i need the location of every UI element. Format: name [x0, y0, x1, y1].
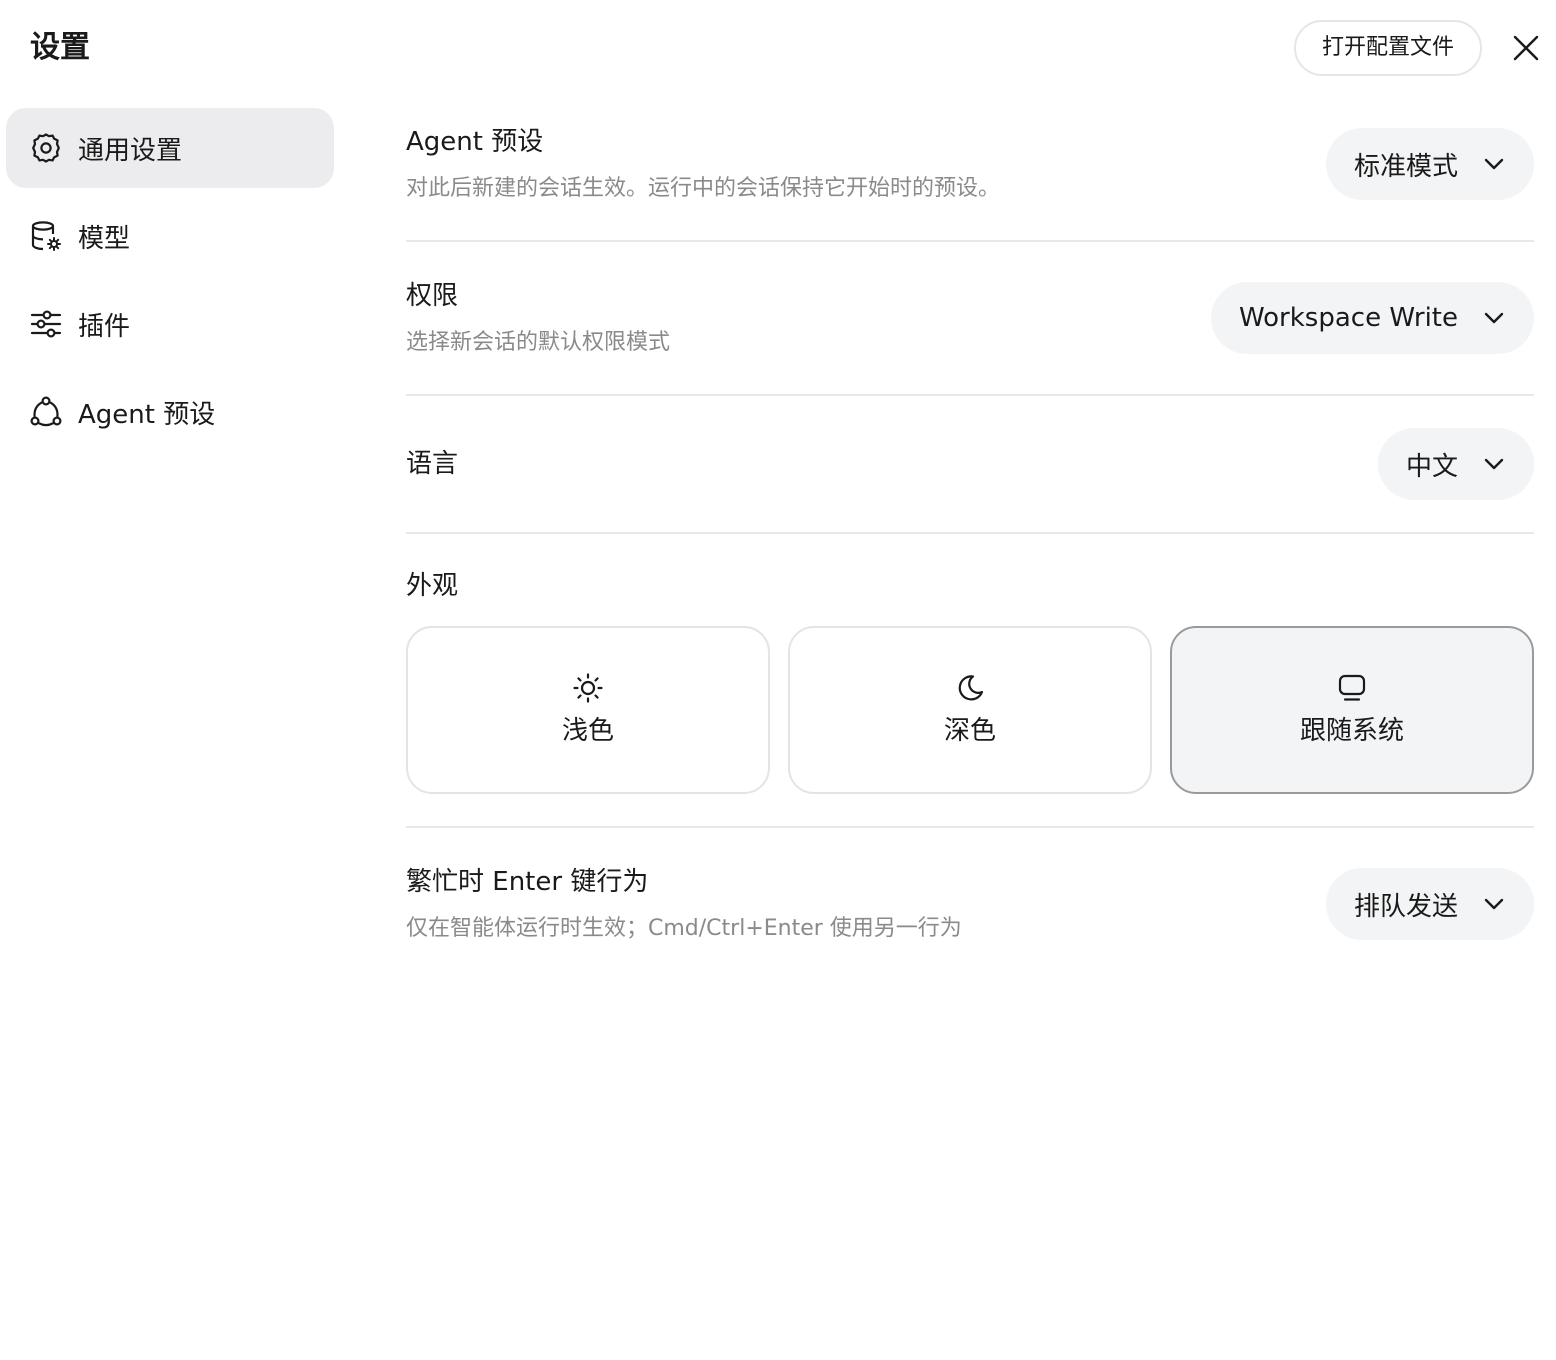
sidebar-item-label: Agent 预设 — [78, 399, 216, 430]
setting-agent-preset: Agent 预设 对此后新建的会话生效。运行中的会话保持它开始时的预设。 标准模… — [406, 108, 1534, 242]
setting-language: 语言 中文 — [406, 396, 1534, 534]
chevron-down-icon — [1482, 452, 1506, 476]
setting-title: 外观 — [406, 571, 459, 601]
setting-title: 繁忙时 Enter 键行为 — [406, 867, 649, 897]
sidebar-item-agent-presets[interactable]: Agent 预设 — [6, 372, 334, 452]
theme-label: 深色 — [943, 716, 996, 746]
chevron-down-icon — [1482, 152, 1506, 176]
sidebar-item-label: 通用设置 — [78, 135, 183, 166]
dropdown-value: 排队发送 — [1353, 891, 1458, 922]
theme-system-card[interactable]: 跟随系统 — [1170, 626, 1534, 794]
chevron-down-icon — [1482, 892, 1506, 916]
setting-description: 仅在智能体运行时生效；Cmd/Ctrl+Enter 使用另一行为 — [406, 916, 962, 941]
setting-title: 权限 — [406, 281, 459, 311]
setting-description: 选择新会话的默认权限模式 — [406, 330, 671, 355]
permission-dropdown[interactable]: Workspace Write — [1210, 282, 1534, 354]
dropdown-value: 中文 — [1405, 451, 1458, 482]
moon-icon — [953, 671, 987, 705]
sidebar: 通用设置 模型 插件 Agent 预设 — [6, 108, 334, 460]
sidebar-item-plugins[interactable]: 插件 — [6, 284, 334, 364]
settings-panel: Agent 预设 对此后新建的会话生效。运行中的会话保持它开始时的预设。 标准模… — [406, 108, 1534, 978]
sidebar-item-models[interactable]: 模型 — [6, 196, 334, 276]
database-gear-icon — [28, 218, 64, 254]
sliders-icon — [28, 306, 64, 342]
sidebar-item-general[interactable]: 通用设置 — [6, 108, 334, 188]
setting-permission: 权限 选择新会话的默认权限模式 Workspace Write — [406, 242, 1534, 396]
setting-title: 语言 — [406, 449, 459, 479]
language-dropdown[interactable]: 中文 — [1377, 428, 1534, 500]
page-title: 设置 — [30, 30, 90, 65]
close-button[interactable] — [1506, 28, 1546, 68]
setting-title: Agent 预设 — [406, 127, 544, 157]
dropdown-value: 标准模式 — [1353, 151, 1458, 182]
setting-busy-enter: 繁忙时 Enter 键行为 仅在智能体运行时生效；Cmd/Ctrl+Enter … — [406, 828, 1534, 978]
theme-light-card[interactable]: 浅色 — [406, 626, 770, 794]
theme-label: 跟随系统 — [1299, 716, 1404, 746]
sidebar-item-label: 插件 — [78, 311, 131, 342]
dropdown-value: Workspace Write — [1238, 303, 1458, 333]
theme-label: 浅色 — [561, 716, 614, 746]
agent-network-icon — [28, 394, 64, 430]
theme-options: 浅色 深色 跟随系统 — [406, 626, 1534, 794]
busy-enter-dropdown[interactable]: 排队发送 — [1325, 868, 1534, 940]
open-config-file-button[interactable]: 打开配置文件 — [1294, 20, 1482, 76]
sun-icon — [571, 671, 605, 705]
sidebar-item-label: 模型 — [78, 223, 131, 254]
close-icon — [1513, 35, 1539, 61]
theme-dark-card[interactable]: 深色 — [788, 626, 1152, 794]
gear-icon — [28, 130, 64, 166]
setting-description: 对此后新建的会话生效。运行中的会话保持它开始时的预设。 — [406, 176, 1001, 201]
monitor-icon — [1335, 671, 1369, 705]
agent-preset-dropdown[interactable]: 标准模式 — [1325, 128, 1534, 200]
chevron-down-icon — [1482, 306, 1506, 330]
